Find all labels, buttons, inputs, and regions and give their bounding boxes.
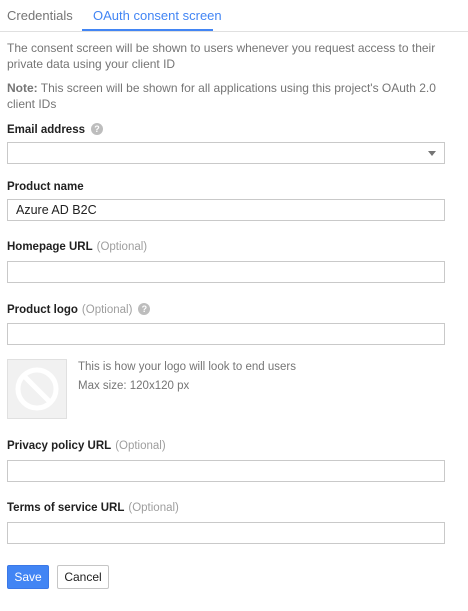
product-logo-input[interactable] <box>7 323 445 345</box>
product-logo-label: Product logo (Optional)? <box>7 303 151 316</box>
terms-of-service-url-input[interactable] <box>7 522 445 544</box>
tab-credentials[interactable]: Credentials <box>7 8 73 23</box>
email-address-select[interactable] <box>7 142 445 164</box>
note-text: Note: This screen will be shown for all … <box>7 80 452 112</box>
terms-of-service-url-label: Terms of service URL (Optional) <box>7 502 179 514</box>
optional-tag: (Optional) <box>128 502 179 514</box>
chevron-down-icon <box>428 151 436 156</box>
privacy-policy-url-label-text: Privacy policy URL <box>7 440 112 452</box>
optional-tag: (Optional) <box>96 241 148 253</box>
consent-description: The consent screen will be shown to user… <box>7 41 436 71</box>
optional-tag: (Optional) <box>81 304 133 316</box>
tabs-divider <box>0 31 468 32</box>
save-button[interactable]: Save <box>7 565 49 589</box>
logo-preview <box>7 359 67 419</box>
cancel-button[interactable]: Cancel <box>57 565 109 589</box>
product-name-label: Product name <box>7 181 84 193</box>
email-address-label-text: Email address <box>7 124 85 136</box>
privacy-policy-url-input[interactable] <box>7 460 445 482</box>
homepage-url-label-text: Homepage URL <box>7 241 93 253</box>
privacy-policy-url-label: Privacy policy URL (Optional) <box>7 440 166 452</box>
homepage-url-label: Homepage URL (Optional) <box>7 241 147 253</box>
optional-tag: (Optional) <box>115 440 166 452</box>
logo-max-size: Max size: 120x120 px <box>78 380 190 392</box>
note-body: This screen will be shown for all applic… <box>7 81 436 111</box>
product-logo-label-text: Product logo <box>7 304 78 316</box>
terms-of-service-url-label-text: Terms of service URL <box>7 502 125 514</box>
tab-oauth-consent-screen[interactable]: OAuth consent screen <box>93 8 222 23</box>
active-tab-indicator <box>82 29 213 31</box>
product-name-input[interactable]: Azure AD B2C <box>7 199 445 221</box>
logo-preview-caption: This is how your logo will look to end u… <box>78 361 296 373</box>
help-icon[interactable]: ? <box>90 123 103 135</box>
email-address-label: Email address? <box>7 123 103 136</box>
note-prefix: Note: <box>7 81 38 95</box>
homepage-url-input[interactable] <box>7 261 445 283</box>
no-logo-icon <box>15 367 59 411</box>
help-icon[interactable]: ? <box>138 303 151 315</box>
